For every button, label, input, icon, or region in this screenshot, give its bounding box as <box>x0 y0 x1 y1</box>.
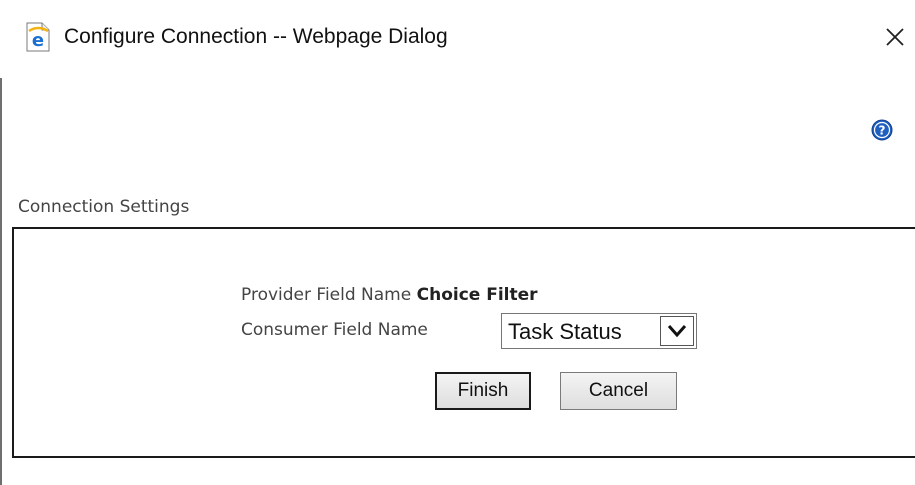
provider-field-row: Provider Field Name Choice Filter <box>241 285 538 305</box>
window-left-border <box>0 78 2 485</box>
finish-button[interactable]: Finish <box>435 372 531 410</box>
svg-text:e: e <box>32 30 44 51</box>
window-title: Configure Connection -- Webpage Dialog <box>64 25 448 48</box>
svg-text:?: ? <box>879 124 886 138</box>
connection-settings-panel: Provider Field Name Choice Filter Consum… <box>12 227 915 458</box>
internet-explorer-icon: e <box>26 22 50 52</box>
connection-settings-label: Connection Settings <box>18 197 190 217</box>
consumer-field-label: Consumer Field Name <box>241 320 428 340</box>
title-bar: e Configure Connection -- Webpage Dialog <box>0 0 915 78</box>
cancel-button[interactable]: Cancel <box>560 372 677 410</box>
consumer-field-select[interactable]: Task Status <box>501 313 697 349</box>
dropdown-button[interactable] <box>660 316 694 346</box>
close-icon[interactable] <box>883 25 907 49</box>
provider-field-value: Choice Filter <box>416 285 538 305</box>
consumer-field-selected-value: Task Status <box>508 319 622 344</box>
chevron-down-icon <box>667 325 687 338</box>
provider-field-label: Provider Field Name <box>241 285 412 305</box>
help-icon[interactable]: ? <box>871 119 893 141</box>
